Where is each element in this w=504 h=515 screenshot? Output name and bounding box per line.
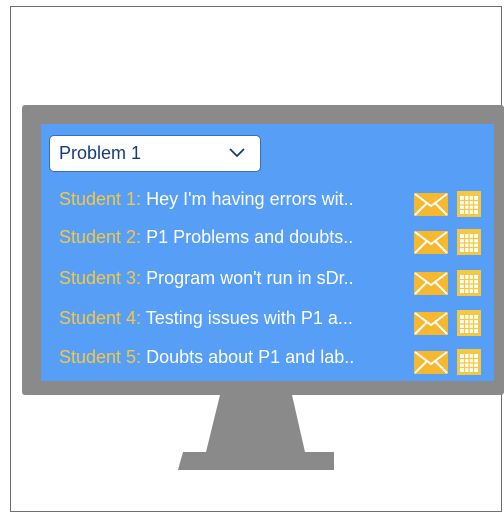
mail-icon[interactable] bbox=[414, 272, 448, 295]
mail-icon[interactable] bbox=[414, 231, 448, 254]
chevron-down-icon[interactable] bbox=[228, 143, 246, 161]
mail-icon[interactable] bbox=[414, 193, 448, 216]
student-name: Student 2 bbox=[59, 227, 137, 247]
message-preview: Hey I'm having errors wit.. bbox=[146, 189, 354, 209]
student-name: Student 3 bbox=[59, 268, 137, 288]
list-item[interactable]: Student 1: Hey I'm having errors wit.. bbox=[59, 189, 499, 219]
colon: : bbox=[136, 347, 147, 367]
student-name: Student 4 bbox=[59, 308, 137, 328]
problem-dropdown[interactable]: Problem 1 bbox=[49, 135, 261, 172]
list-item[interactable]: Student 3: Program won't run in sDr.. bbox=[59, 268, 499, 298]
student-name: Student 5 bbox=[59, 347, 137, 367]
calendar-icon[interactable] bbox=[457, 229, 481, 255]
message-text-wrap: Student 3: Program won't run in sDr.. bbox=[59, 268, 409, 289]
mail-icon[interactable] bbox=[414, 351, 448, 374]
message-preview: Doubts about P1 and lab.. bbox=[146, 347, 355, 367]
colon: : bbox=[136, 227, 147, 247]
dropdown-selected-value: Problem 1 bbox=[59, 143, 142, 163]
message-text-wrap: Student 2: P1 Problems and doubts.. bbox=[59, 227, 409, 248]
list-item[interactable]: Student 2: P1 Problems and doubts.. bbox=[59, 227, 499, 257]
message-text-wrap: Student 4: Testing issues with P1 a... bbox=[59, 308, 409, 329]
calendar-icon[interactable] bbox=[457, 349, 481, 375]
message-text-wrap: Student 5: Doubts about P1 and lab.. bbox=[59, 347, 409, 368]
list-item[interactable]: Student 5: Doubts about P1 and lab.. bbox=[59, 347, 499, 377]
calendar-icon[interactable] bbox=[457, 270, 481, 296]
message-text-wrap: Student 1: Hey I'm having errors wit.. bbox=[59, 189, 409, 210]
colon: : bbox=[136, 268, 147, 288]
list-item[interactable]: Student 4: Testing issues with P1 a... bbox=[59, 308, 499, 338]
student-name: Student 1 bbox=[59, 189, 137, 209]
colon: : bbox=[136, 189, 147, 209]
message-preview: Testing issues with P1 a... bbox=[145, 308, 353, 328]
mail-icon[interactable] bbox=[414, 312, 448, 335]
calendar-icon[interactable] bbox=[457, 191, 481, 217]
colon: : bbox=[136, 308, 146, 328]
calendar-icon[interactable] bbox=[457, 310, 481, 336]
message-preview: Program won't run in sDr.. bbox=[146, 268, 354, 288]
message-preview: P1 Problems and doubts.. bbox=[146, 227, 354, 247]
